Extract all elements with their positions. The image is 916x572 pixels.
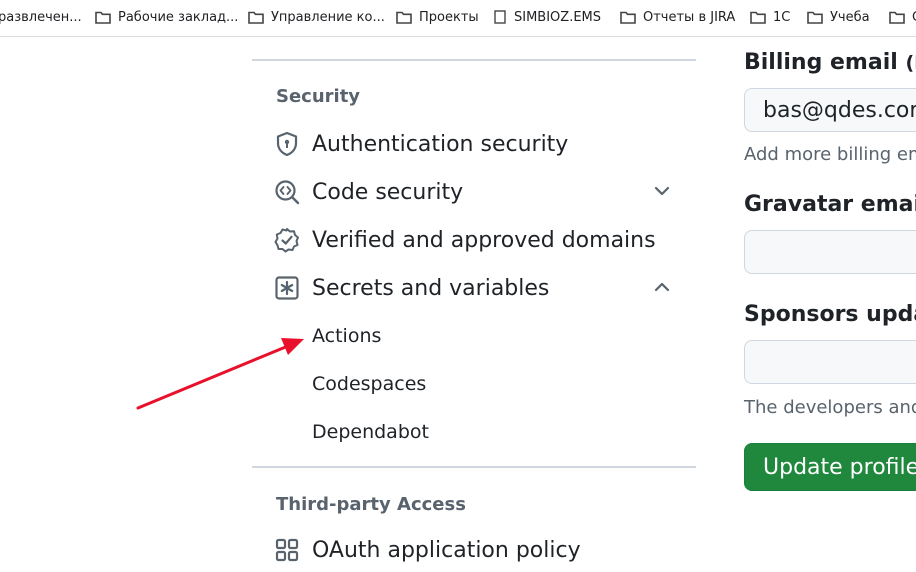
bookmark-label: Проекты <box>419 9 479 25</box>
bookmark-label: Управление ко... <box>271 9 385 25</box>
folder-icon <box>807 11 823 24</box>
billing-email-privacy-note: (Priv <box>905 52 916 74</box>
section-title-third-party-access: Third-party Access <box>276 494 466 515</box>
sidebar-item-verified-domains[interactable]: Verified and approved domains <box>270 218 680 262</box>
sidebar-item-label: Secrets and variables <box>312 275 550 301</box>
bookmark-label: 1С <box>773 9 791 25</box>
bookmark-label: SIMBIOZ.EMS <box>514 9 602 25</box>
billing-email-help: Add more billing em <box>744 144 916 165</box>
asterisk-icon <box>274 275 300 301</box>
billing-email-label-text: Billing email <box>744 50 898 75</box>
bookmark-label: Учеба <box>830 9 870 25</box>
sponsors-update-field[interactable] <box>744 340 916 384</box>
sidebar-subitem-codespaces[interactable]: Codespaces <box>300 364 680 404</box>
sidebar-item-secrets-and-variables[interactable]: Secrets and variables <box>270 266 680 310</box>
bookmark-folder[interactable]: С <box>889 0 916 34</box>
bookmark-label: Рабочие заклад... <box>118 9 239 25</box>
page-icon <box>493 10 507 24</box>
sidebar-subitem-dependabot[interactable]: Dependabot <box>300 412 680 452</box>
codescan-icon <box>274 179 300 205</box>
section-title-security: Security <box>276 86 361 107</box>
bookmark-folder[interactable]: Отчеты в JIRA <box>620 0 735 34</box>
billing-email-field[interactable]: bas@qdes.com. <box>744 88 916 132</box>
sidebar-item-code-security[interactable]: Code security <box>270 170 680 214</box>
gravatar-email-label: Gravatar email ( <box>744 192 916 217</box>
sidebar-subitem-label: Actions <box>312 325 382 347</box>
sidebar-subitem-label: Dependabot <box>312 421 429 443</box>
sidebar-item-oauth-application-policy[interactable]: OAuth application policy <box>270 528 680 572</box>
shield-lock-icon <box>274 131 300 157</box>
bookmark-folder[interactable]: Проекты <box>396 0 479 34</box>
chevron-down-icon[interactable] <box>652 181 672 205</box>
sidebar-subitem-actions[interactable]: Actions <box>300 316 680 356</box>
folder-icon <box>620 11 636 24</box>
folder-icon <box>248 11 264 24</box>
sidebar-item-label: OAuth application policy <box>312 537 581 563</box>
section-divider <box>252 466 696 468</box>
sidebar-item-authentication-security[interactable]: Authentication security <box>270 122 680 166</box>
sidebar-item-label: Verified and approved domains <box>312 227 656 253</box>
sponsors-update-label: Sponsors update <box>744 302 916 327</box>
folder-icon <box>95 11 111 24</box>
bookmark-label: Отчеты в JIRA <box>643 9 736 25</box>
bookmark-folder[interactable]: Управление ко... <box>248 0 385 34</box>
sidebar-item-label: Authentication security <box>312 131 569 157</box>
folder-icon <box>750 11 766 24</box>
apps-icon <box>274 537 300 563</box>
bookmark-label: С <box>912 10 916 25</box>
bookmarks-bar: развлечен... Рабочие заклад... Управлени… <box>0 0 916 37</box>
bookmark-item[interactable]: SIMBIOZ.EMS <box>493 0 601 34</box>
section-divider <box>252 59 696 61</box>
verified-icon <box>274 227 300 253</box>
update-profile-button[interactable]: Update profile <box>744 443 916 491</box>
sidebar-subitem-label: Codespaces <box>312 373 427 395</box>
billing-email-label: Billing email (Priv <box>744 50 916 75</box>
bookmark-item[interactable]: развлечен... <box>0 0 82 34</box>
billing-email-value: bas@qdes.com. <box>763 97 916 123</box>
sidebar-item-label: Code security <box>312 179 464 205</box>
bookmark-folder[interactable]: 1С <box>750 0 790 34</box>
bookmark-folder[interactable]: Рабочие заклад... <box>95 0 238 34</box>
bookmark-folder[interactable]: Учеба <box>807 0 870 34</box>
sponsors-update-help: The developers and o <box>744 397 916 418</box>
gravatar-email-field[interactable] <box>744 230 916 274</box>
update-profile-button-label: Update profile <box>763 454 916 480</box>
bookmark-label: развлечен... <box>0 9 82 25</box>
folder-icon <box>396 11 412 24</box>
folder-icon <box>889 11 905 24</box>
gravatar-email-label-text: Gravatar email <box>744 192 916 217</box>
chevron-up-icon[interactable] <box>652 277 672 301</box>
